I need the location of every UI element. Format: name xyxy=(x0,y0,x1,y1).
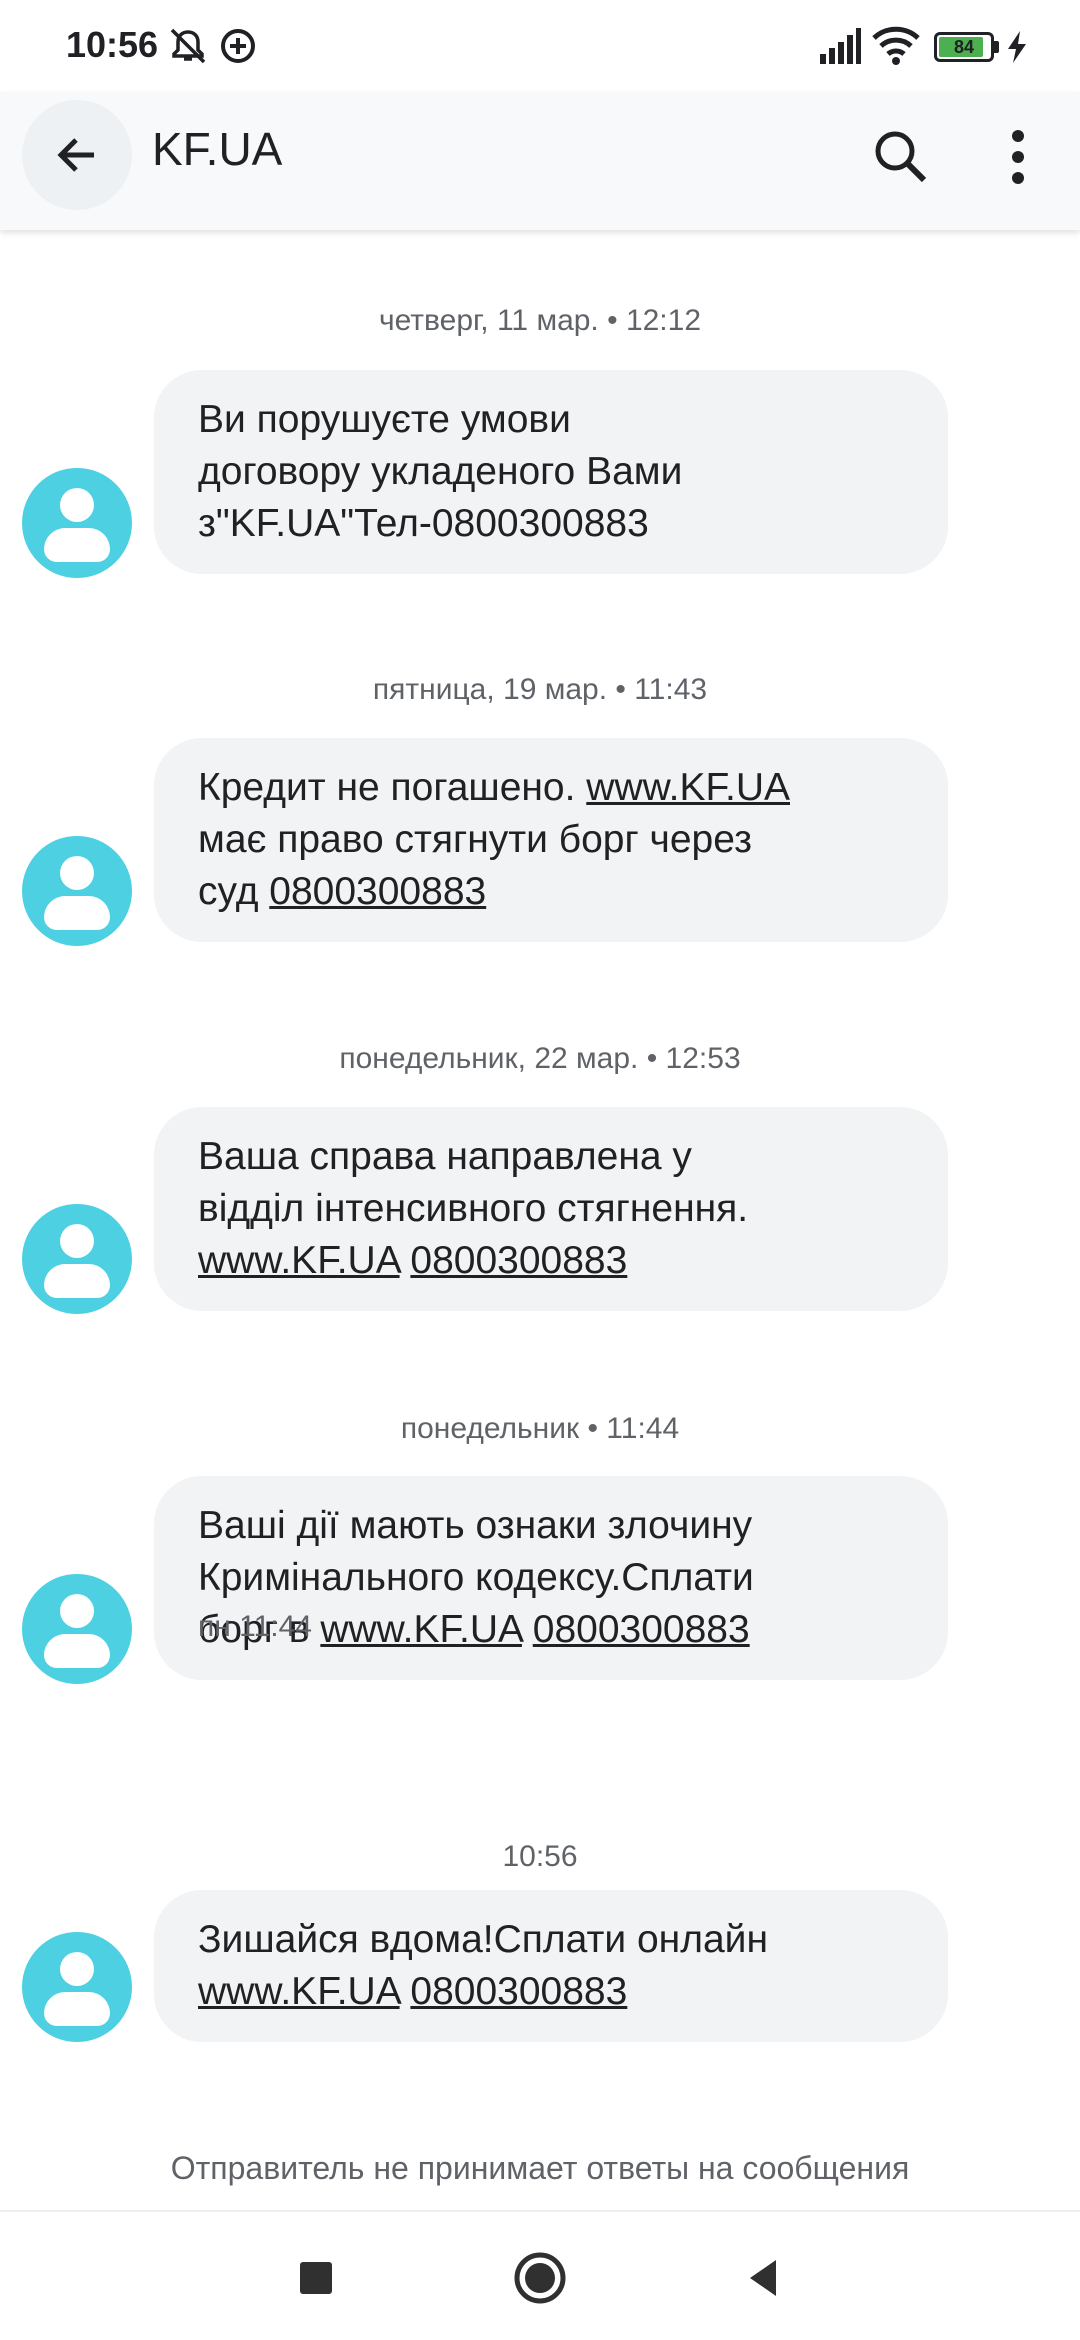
message-text: Кредит не погашено. xyxy=(198,766,587,809)
navigation-bar xyxy=(0,2210,1080,2340)
message-bubble[interactable]: Ваша справа направлена у відділ інтенсивн… xyxy=(154,1107,948,1311)
message-timestamp: пн 11:44 xyxy=(198,1610,312,1643)
message-text xyxy=(400,1239,411,1282)
message-link[interactable]: 0800300883 xyxy=(410,1239,627,1282)
date-separator: четверг, 11 мар. • 12:12 xyxy=(378,304,702,337)
charging-icon xyxy=(1006,30,1028,69)
person-icon-body xyxy=(44,1992,110,2026)
search-button[interactable] xyxy=(866,122,936,192)
more-vert-icon xyxy=(1012,130,1024,184)
message-line: www.KF.UA 0800300883 xyxy=(198,1235,904,1287)
person-icon-head xyxy=(60,488,94,522)
date-separator: понедельник • 11:44 xyxy=(400,1412,680,1445)
message-text: відділ інтенсивного стягнення. xyxy=(198,1187,749,1230)
data-saver-icon xyxy=(218,26,258,71)
battery-nub xyxy=(994,41,999,53)
message-link[interactable]: www.KF.UA xyxy=(586,766,790,809)
message-line: Зишайся вдома!Сплати онлайн xyxy=(198,1914,904,1966)
message-bubble[interactable]: Ваші дії мають ознаки злочину Кримінально… xyxy=(154,1476,948,1680)
arrow-back-icon xyxy=(57,138,94,172)
message-line: Кредит не погашено. www.KF.UA xyxy=(198,762,904,814)
date-separator: пятница, 19 мар. • 11:43 xyxy=(372,673,708,706)
message-text: має право стягнути борг через xyxy=(198,818,752,861)
sender-avatar[interactable] xyxy=(22,1204,132,1314)
sender-avatar[interactable] xyxy=(22,1574,132,1684)
person-icon-body xyxy=(44,1264,110,1298)
message-text: Ваша справа направлена у xyxy=(198,1135,692,1178)
wifi-icon xyxy=(872,26,920,71)
message-line: www.KF.UA 0800300883 xyxy=(198,1966,904,2018)
message-link[interactable]: 0800300883 xyxy=(269,870,486,913)
person-icon-head xyxy=(60,1594,94,1628)
message-bubble[interactable]: Зишайся вдома!Сплати онлайн www.KF.UA 080… xyxy=(154,1890,948,2042)
sender-avatar[interactable] xyxy=(22,468,132,578)
message-text: Ви порушуєте умови xyxy=(198,398,571,441)
message-line: відділ інтенсивного стягнення. xyxy=(198,1183,904,1235)
home-button[interactable] xyxy=(510,2248,570,2308)
signal-icon xyxy=(818,26,862,71)
message-line: договору укладеного Вами xyxy=(198,446,904,498)
mute-icon xyxy=(168,26,208,71)
person-icon-head xyxy=(60,1952,94,1986)
back-nav-button[interactable] xyxy=(736,2248,796,2308)
home-circle-icon xyxy=(514,2252,566,2304)
message-link[interactable]: www.KF.UA xyxy=(198,1970,400,2013)
message-line: має право стягнути борг через xyxy=(198,814,904,866)
no-reply-note: Отправитель не принимает ответы на сообщ… xyxy=(170,2150,910,2186)
message-text: суд xyxy=(198,870,270,913)
app-bar: KF.UA xyxy=(0,92,1080,230)
message-bubble[interactable]: Кредит не погашено. www.KF.UA має право с… xyxy=(154,738,948,942)
recents-square-icon xyxy=(300,2262,332,2294)
message-line: Ваші дії мають ознаки злочину xyxy=(198,1500,904,1552)
message-text: Зишайся вдома!Сплати онлайн xyxy=(198,1918,768,1961)
person-icon-head xyxy=(60,1224,94,1258)
message-text: з"KF.UA"Тел-0800300883 xyxy=(198,502,649,545)
person-icon-body xyxy=(44,528,110,562)
message-text: Кримінального кодексу.Сплати xyxy=(198,1556,754,1599)
message-link[interactable]: www.KF.UA xyxy=(198,1239,400,1282)
message-line: з"KF.UA"Тел-0800300883 xyxy=(198,498,904,550)
status-time: 10:56 xyxy=(66,24,159,65)
date-separator: понедельник, 22 мар. • 12:53 xyxy=(339,1042,741,1075)
messages-screen: 10:56 84 KF.UA Отправитель не принимает … xyxy=(0,0,1080,2340)
person-icon-head xyxy=(60,856,94,890)
sender-avatar[interactable] xyxy=(22,836,132,946)
back-button[interactable] xyxy=(22,100,132,210)
back-triangle-icon xyxy=(750,2260,776,2296)
search-icon xyxy=(875,131,927,183)
message-line: Кримінального кодексу.Сплати xyxy=(198,1552,904,1604)
message-text xyxy=(400,1970,411,2013)
message-list[interactable]: Отправитель не принимает ответы на сообщ… xyxy=(0,230,1080,2210)
message-text xyxy=(522,1608,533,1651)
message-line: Ви порушуєте умови xyxy=(198,394,904,446)
message-line: суд 0800300883 xyxy=(198,866,904,918)
battery-percent: 84 xyxy=(953,37,975,57)
person-icon-body xyxy=(44,1634,110,1668)
message-text: Ваші дії мають ознаки злочину xyxy=(198,1504,753,1547)
date-separator: 10:56 xyxy=(502,1840,578,1873)
status-bar: 10:56 84 xyxy=(0,0,1080,92)
message-text: договору укладеного Вами xyxy=(198,450,683,493)
message-bubble[interactable]: Ви порушуєте умови договору укладеного Ва… xyxy=(154,370,948,574)
sender-avatar[interactable] xyxy=(22,1932,132,2042)
message-link[interactable]: 0800300883 xyxy=(533,1608,750,1651)
message-link[interactable]: www.KF.UA xyxy=(320,1608,522,1651)
conversation-title: KF.UA xyxy=(152,123,283,175)
message-line: Ваша справа направлена у xyxy=(198,1131,904,1183)
more-options-button[interactable] xyxy=(990,122,1046,192)
person-icon-body xyxy=(44,896,110,930)
message-link[interactable]: 0800300883 xyxy=(410,1970,627,2013)
recents-button[interactable] xyxy=(286,2248,346,2308)
battery-icon: 84 xyxy=(934,32,1000,62)
